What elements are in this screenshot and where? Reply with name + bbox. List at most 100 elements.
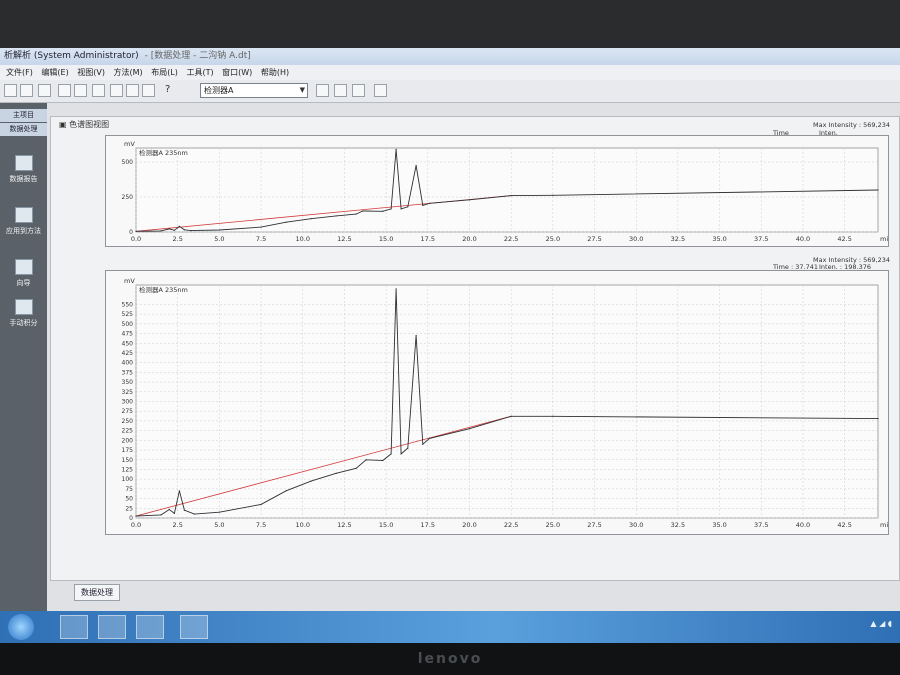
y-tick-label: 500 xyxy=(122,159,134,166)
taskbar-app-chart[interactable] xyxy=(60,615,88,639)
data-point xyxy=(135,515,137,517)
x-tick-label: 35.0 xyxy=(712,235,726,243)
y-tick-label: 0 xyxy=(129,515,133,522)
detector-select-value: 检测器A xyxy=(204,86,234,95)
data-point xyxy=(395,288,397,290)
chromatogram-top[interactable]: 0.0 2.5 5.0 7.5 10.0 12.5 15.0 17.5 20.0 22.5 25.0… xyxy=(105,135,889,247)
data-point xyxy=(178,490,180,492)
data-point xyxy=(415,334,417,337)
y-tick-label: 200 xyxy=(122,437,134,444)
data-point xyxy=(510,415,512,417)
x-tick-label: 27.5 xyxy=(587,521,601,529)
x-tick-label: 20.0 xyxy=(462,521,476,529)
data-point xyxy=(428,437,431,439)
data-point xyxy=(193,513,195,515)
sidebar-tab-main-project[interactable]: 主项目 xyxy=(0,109,47,122)
undo-icon[interactable] xyxy=(316,84,329,97)
toolbar: ? 检测器A ▼ xyxy=(0,80,900,103)
preview-icon[interactable] xyxy=(58,84,71,97)
series-legend: 检测器A 235nm xyxy=(139,285,188,294)
title-bar: 析解析 (System Administrator) - [数据处理 - 二沟钠 … xyxy=(0,48,900,65)
data-point xyxy=(135,230,137,232)
detector-select[interactable]: 检测器A ▼ xyxy=(200,83,308,98)
window-subtitle: - [数据处理 - 二沟钠 A.dt] xyxy=(144,51,251,61)
data-point xyxy=(335,472,337,474)
data-point xyxy=(877,417,879,420)
taskbar-app-media[interactable] xyxy=(136,615,164,639)
data-point xyxy=(190,230,192,232)
print-icon[interactable] xyxy=(38,84,51,97)
data-point xyxy=(552,194,554,196)
y-tick-label: 0 xyxy=(129,229,133,236)
data-point xyxy=(310,480,312,482)
y-tick-label: 400 xyxy=(122,360,134,367)
x-tick-label: 0.0 xyxy=(131,521,141,529)
export-icon[interactable] xyxy=(74,84,87,97)
x-tick-label: 15.0 xyxy=(379,521,393,529)
chart-icon[interactable] xyxy=(142,84,155,97)
data-point xyxy=(285,490,287,492)
integration-icon xyxy=(14,299,33,315)
y-tick-label: 450 xyxy=(122,340,134,347)
y-tick-label: 250 xyxy=(122,418,134,425)
menu-method[interactable]: 方法(M) xyxy=(114,68,143,77)
menu-layout[interactable]: 布局(L) xyxy=(151,68,178,77)
taskbar-app-folder[interactable] xyxy=(98,615,126,639)
layout-icon[interactable] xyxy=(110,84,123,97)
cut-icon[interactable] xyxy=(92,84,105,97)
y-tick-label: 475 xyxy=(122,331,134,338)
start-button[interactable] xyxy=(8,614,34,640)
data-point xyxy=(335,215,337,217)
y-tick-label: 250 xyxy=(122,194,134,201)
data-point xyxy=(365,459,367,461)
data-point xyxy=(468,428,471,430)
taskbar-app-analysis[interactable] xyxy=(180,615,208,639)
sidebar-item-manual-integration[interactable]: 手动积分 xyxy=(0,299,47,328)
tab-data-processing[interactable]: 数据处理 xyxy=(74,584,120,601)
sidebar-tab-data-processing[interactable]: 数据处理 xyxy=(0,123,47,136)
menu-help[interactable]: 帮助(H) xyxy=(261,68,289,77)
data-point xyxy=(355,467,357,469)
plot-area xyxy=(135,147,879,233)
help-icon[interactable]: ? xyxy=(165,84,170,95)
table-icon[interactable] xyxy=(126,84,139,97)
data-point xyxy=(407,447,409,449)
menu-file[interactable]: 文件(F) xyxy=(6,68,33,77)
data-point xyxy=(168,228,170,230)
x-tick-label: 20.0 xyxy=(462,235,476,243)
menu-edit[interactable]: 编辑(E) xyxy=(41,68,68,77)
sidebar-item-label: 手动积分 xyxy=(9,319,38,327)
sidebar-item-label: 应用到方法 xyxy=(6,227,41,235)
x-axis-label: min xyxy=(880,235,888,243)
sidebar-item-apply-method[interactable]: 应用到方法 xyxy=(0,207,47,236)
menu-view[interactable]: 视图(V) xyxy=(77,68,105,77)
y-tick-label: 50 xyxy=(125,496,133,503)
y-tick-label: 425 xyxy=(122,350,134,357)
y-tick-label: 550 xyxy=(122,301,134,308)
menu-window[interactable]: 窗口(W) xyxy=(222,68,252,77)
x-tick-label: 42.5 xyxy=(837,235,851,243)
open-icon[interactable] xyxy=(4,84,17,97)
x-tick-label: 7.5 xyxy=(256,235,266,243)
data-point xyxy=(173,229,175,231)
y-tick-label: 350 xyxy=(122,379,134,386)
x-tick-label: 32.5 xyxy=(671,521,685,529)
y-tick-label: 300 xyxy=(122,399,134,406)
peak-table-icon[interactable] xyxy=(352,84,365,97)
wizard-icon xyxy=(14,259,33,275)
chromatogram-bottom[interactable]: 0.0 2.5 5.0 7.5 10.0 12.5 15.0 17.5 20.0 22.5 25.0… xyxy=(105,270,889,535)
data-point xyxy=(285,221,287,223)
data-point xyxy=(382,459,384,462)
data-point xyxy=(877,189,879,191)
integrate-icon[interactable] xyxy=(334,84,347,97)
data-point xyxy=(382,210,384,212)
chromatogram-svg: 0.0 2.5 5.0 7.5 10.0 12.5 15.0 17.5 20.0 22.5 25.0… xyxy=(122,140,888,243)
data-point xyxy=(218,511,220,513)
report-icon[interactable] xyxy=(374,84,387,97)
save-icon[interactable] xyxy=(20,84,33,97)
sidebar-item-wizard[interactable]: 向导 xyxy=(0,259,47,288)
sidebar-item-data-report[interactable]: 数据报告 xyxy=(0,155,47,184)
data-point xyxy=(160,230,162,232)
x-tick-label: 5.0 xyxy=(214,521,224,529)
menu-tools[interactable]: 工具(T) xyxy=(186,68,213,77)
